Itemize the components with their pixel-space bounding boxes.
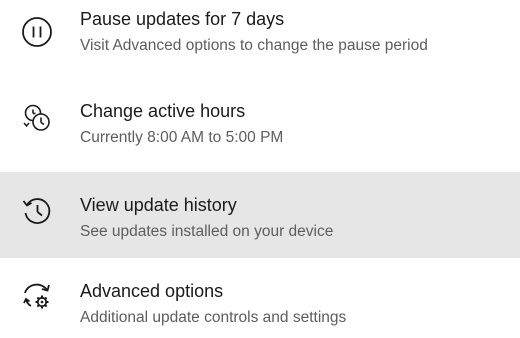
- windows-update-options-list: Pause updates for 7 days Visit Advanced …: [0, 0, 520, 338]
- advanced-options-subtitle: Additional update controls and settings: [80, 309, 347, 326]
- view-update-history-subtitle: See updates installed on your device: [80, 223, 334, 240]
- pause-updates-subtitle: Visit Advanced options to change the pau…: [80, 37, 428, 54]
- advanced-options-title: Advanced options: [80, 281, 224, 301]
- pause-updates-title: Pause updates for 7 days: [80, 9, 285, 29]
- pause-updates-item[interactable]: Pause updates for 7 days Visit Advanced …: [0, 0, 520, 86]
- change-active-hours-item[interactable]: Change active hours Currently 8:00 AM to…: [0, 86, 520, 172]
- history-icon: [20, 194, 54, 228]
- change-active-hours-title: Change active hours: [80, 101, 246, 121]
- pause-icon: [20, 15, 54, 49]
- change-active-hours-subtitle: Currently 8:00 AM to 5:00 PM: [80, 129, 284, 146]
- view-update-history-title: View update history: [80, 195, 237, 215]
- advanced-options-item[interactable]: Advanced options Additional update contr…: [0, 258, 520, 338]
- active-hours-icon: [20, 101, 54, 135]
- view-update-history-item[interactable]: View update history See updates installe…: [0, 172, 520, 258]
- advanced-options-icon: [20, 279, 54, 313]
